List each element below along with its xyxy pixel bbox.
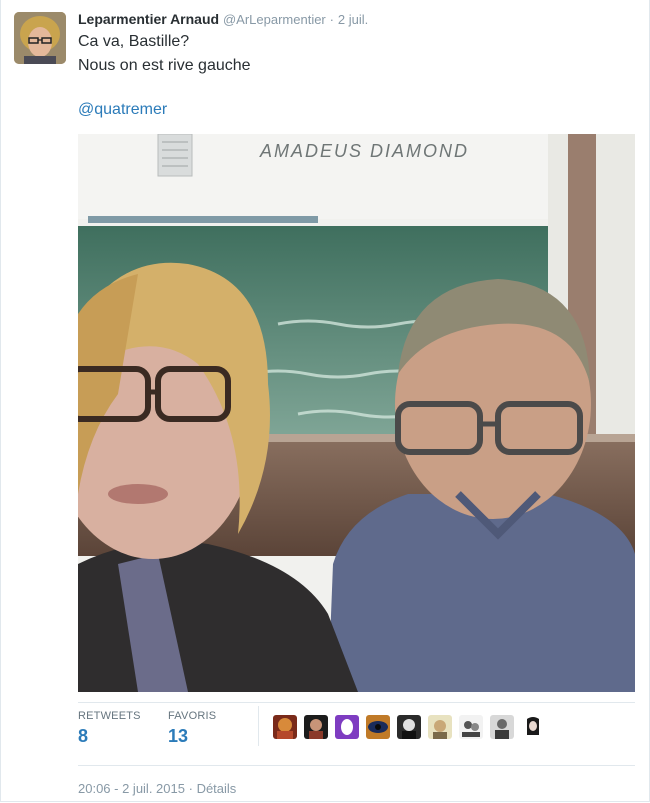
tweet-metadata: 20:06 - 2 juil. 2015 · Détails xyxy=(78,781,236,796)
selfie-image: AMADEUS DIAMOND xyxy=(78,134,635,692)
stats-divider-bottom xyxy=(78,765,635,766)
favoriter-avatar-6[interactable] xyxy=(428,715,452,739)
details-link[interactable]: Détails xyxy=(197,781,237,796)
favoriter-avatar-9[interactable] xyxy=(521,715,545,739)
stats-separator xyxy=(258,706,259,746)
tweet-photo[interactable]: AMADEUS DIAMOND xyxy=(78,134,635,692)
favoriter-avatar-1[interactable] xyxy=(273,715,297,739)
metadata-separator: · xyxy=(188,781,193,796)
boat-name-text: AMADEUS DIAMOND xyxy=(259,141,469,161)
author-avatar[interactable] xyxy=(14,12,66,64)
favoriter-avatar-4[interactable] xyxy=(366,715,390,739)
favoriter-avatar-8[interactable] xyxy=(490,715,514,739)
retweets-label[interactable]: RETWEETS xyxy=(78,710,141,722)
tweet-header: Leparmentier Arnaud @ArLeparmentier · 2 … xyxy=(78,9,368,30)
favorites-label[interactable]: FAVORIS xyxy=(168,710,216,722)
favorites-count[interactable]: 13 xyxy=(168,726,188,747)
header-separator: · xyxy=(329,12,334,27)
tweet-date-link[interactable]: 2 juil. xyxy=(338,12,368,27)
tweet-text-line-2: Nous on est rive gauche xyxy=(78,57,251,74)
tweet-timestamp: 20:06 - 2 juil. 2015 xyxy=(78,781,185,796)
avatar-face-icon xyxy=(14,12,66,64)
favoriter-avatar-2[interactable] xyxy=(304,715,328,739)
retweets-count[interactable]: 8 xyxy=(78,726,88,747)
favoriter-avatars xyxy=(273,715,545,739)
stats-divider-top xyxy=(78,702,635,703)
tweet-text: Ca va, Bastille? Nous on est rive gauche xyxy=(78,30,251,78)
favoriter-avatar-5[interactable] xyxy=(397,715,421,739)
favoriter-avatar-3[interactable] xyxy=(335,715,359,739)
author-fullname[interactable]: Leparmentier Arnaud xyxy=(78,11,219,27)
author-username[interactable]: @ArLeparmentier xyxy=(223,12,326,27)
favoriter-avatar-7[interactable] xyxy=(459,715,483,739)
tweet-text-line-1: Ca va, Bastille? xyxy=(78,33,190,50)
mention-link[interactable]: @quatremer xyxy=(78,101,167,119)
